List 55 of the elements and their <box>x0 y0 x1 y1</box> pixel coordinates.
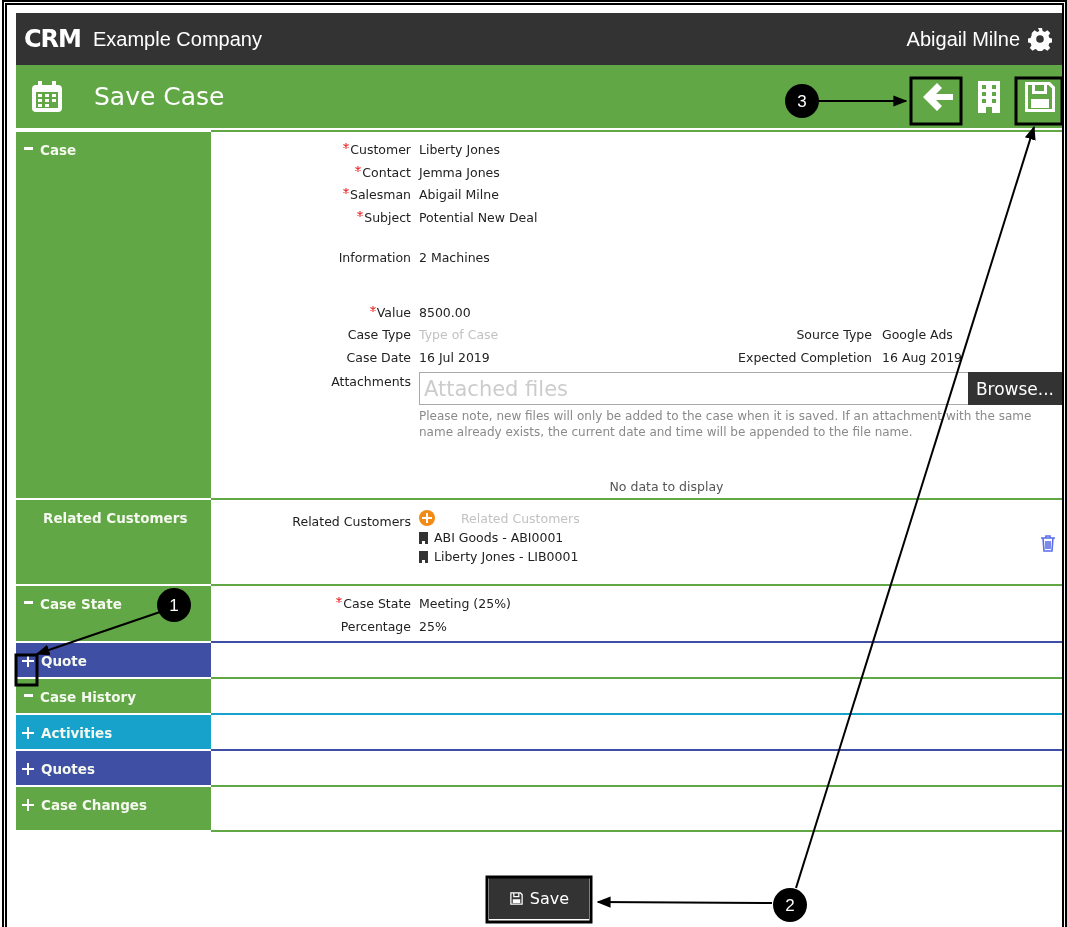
empty-message: No data to display <box>609 479 724 494</box>
section-header[interactable]: Quotes <box>16 749 211 785</box>
field-label: Salesman <box>211 187 419 202</box>
field-value: Meeting (25%) <box>419 596 512 611</box>
section-header[interactable]: Case History <box>16 677 211 713</box>
field-label: Percentage <box>339 618 412 634</box>
field-label: Information <box>337 250 412 265</box>
save-button[interactable]: Save <box>488 878 590 919</box>
section-title: Case History <box>40 689 137 705</box>
attachment-note: Please note, new files will only be added to the case when it is saved. If an attachment with the same name already exists, the current date and time will be appended to the file name. <box>419 408 1033 440</box>
section-header[interactable]: Case Changes <box>16 785 211 830</box>
field-value: Google Ads <box>882 327 954 342</box>
section-title: Related Customers <box>43 510 188 526</box>
section-title: Case <box>40 142 77 158</box>
field-label: Related Customers <box>291 514 412 529</box>
callout-badge: 1 <box>157 588 191 622</box>
related-customers-placeholder[interactable]: Related Customers <box>461 510 580 526</box>
field-label: Customer <box>211 142 419 157</box>
field-label: Case State <box>211 596 419 611</box>
field-label: Subject <box>211 209 419 225</box>
page-title: Save Case <box>94 82 225 111</box>
field-value: Abigail Milne <box>419 187 500 202</box>
section-title: Activities <box>41 725 113 741</box>
field-label: Case Type <box>346 327 412 342</box>
field-value: Potential New Deal <box>419 209 539 225</box>
field-placeholder[interactable]: Type of Case <box>419 327 632 342</box>
field-label: Source Type <box>795 327 873 342</box>
field-value: 2 Machines <box>419 250 491 265</box>
field-label: Expected Completion <box>737 349 873 365</box>
customer-entry[interactable]: ABI Goods - ABI0001 <box>434 530 564 545</box>
section-header[interactable]: Related Customers <box>16 498 211 584</box>
field-value: 8500.00 <box>419 304 472 320</box>
callout-badge: 3 <box>785 84 819 118</box>
section-title: Quotes <box>41 761 95 777</box>
section-title: Quote <box>41 653 87 669</box>
field-label: Attachments <box>330 373 412 389</box>
section-title: Case Changes <box>41 797 147 813</box>
user-name[interactable]: Abigail Milne <box>906 27 1020 51</box>
logo: CRM <box>24 25 81 53</box>
field-label: Value <box>211 304 419 320</box>
company-name: Example Company <box>93 27 262 51</box>
field-value: 25% <box>419 618 448 634</box>
field-value: 16 Jul 2019 <box>419 349 491 365</box>
field-label: Case Date <box>345 349 412 365</box>
field-value: Liberty Jones <box>419 142 501 157</box>
section-header[interactable]: Activities <box>16 713 211 749</box>
section-header[interactable]: Quote <box>16 641 211 677</box>
callout-badge: 2 <box>773 888 807 922</box>
field-value: Jemma Jones <box>419 164 501 180</box>
section-title: Case State <box>40 596 122 612</box>
field-value: 16 Aug 2019 <box>882 349 964 365</box>
section-header[interactable]: Case <box>16 130 211 498</box>
field-label: Contact <box>211 164 419 180</box>
customer-entry[interactable]: Liberty Jones - LIB0001 <box>434 549 579 564</box>
browse-button[interactable]: Browse... <box>967 372 1062 405</box>
